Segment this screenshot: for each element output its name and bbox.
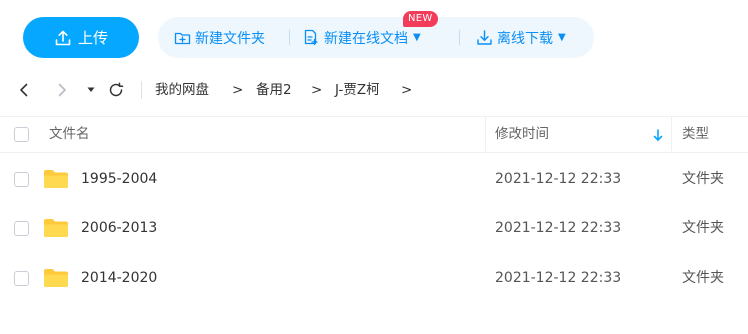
breadcrumb-item[interactable]: 备用2 (256, 81, 292, 99)
file-name[interactable]: 2014-2020 (81, 269, 157, 287)
file-name[interactable]: 1995-2004 (81, 170, 157, 188)
table-row[interactable]: 2006-2013 2021-12-12 22:33 文件夹 (0, 203, 748, 253)
new-badge: NEW (403, 11, 438, 27)
modified-time: 2021-12-12 22:33 (495, 270, 622, 286)
table-row[interactable]: 2014-2020 2021-12-12 22:33 文件夹 (0, 253, 748, 303)
column-divider (485, 117, 486, 151)
new-folder-label: 新建文件夹 (195, 30, 265, 47)
new-folder-icon (174, 30, 191, 46)
divider (459, 30, 460, 45)
new-doc-icon (303, 29, 320, 46)
caret-down-icon: ▼ (558, 32, 566, 43)
breadcrumb-separator: > (401, 82, 413, 98)
column-header-modified[interactable]: 修改时间 (495, 125, 549, 143)
table-header: 文件名 修改时间 类型 (0, 116, 748, 153)
folder-icon (43, 218, 69, 242)
upload-label: 上传 (77, 29, 108, 47)
caret-down-icon: ▼ (413, 32, 421, 43)
column-divider (671, 117, 672, 151)
new-online-doc-label: 新建在线文档 (324, 30, 408, 47)
action-group: 新建文件夹 新建在线文档 ▼ 离线下载 ▼ (158, 17, 594, 58)
upload-icon (54, 29, 72, 47)
file-type: 文件夹 (682, 171, 724, 187)
column-header-name[interactable]: 文件名 (49, 125, 90, 143)
offline-download-button[interactable]: 离线下载 ▼ (476, 17, 566, 58)
folder-icon (43, 169, 69, 193)
caret-down-icon[interactable] (86, 84, 96, 96)
new-folder-button[interactable]: 新建文件夹 (174, 17, 265, 58)
select-all-checkbox[interactable] (14, 127, 29, 142)
breadcrumb-item[interactable]: J-贾Z柯 (335, 81, 380, 99)
download-icon (476, 29, 493, 46)
chevron-right-icon[interactable] (55, 82, 69, 98)
upload-button[interactable]: 上传 (23, 17, 139, 58)
breadcrumb-separator: > (311, 82, 323, 98)
modified-time: 2021-12-12 22:33 (495, 171, 622, 187)
chevron-left-icon[interactable] (17, 82, 31, 98)
toolbar: 上传 新建文件夹 新建在线文档 ▼ 离线下载 ▼ NEW (0, 0, 748, 75)
breadcrumb-item[interactable]: 我的网盘 (155, 81, 209, 99)
divider (141, 81, 142, 99)
divider (289, 30, 290, 45)
breadcrumb-separator: > (232, 82, 244, 98)
file-type: 文件夹 (682, 270, 724, 286)
file-type: 文件夹 (682, 220, 724, 236)
file-name[interactable]: 2006-2013 (81, 219, 157, 237)
row-checkbox[interactable] (14, 172, 29, 187)
modified-time: 2021-12-12 22:33 (495, 220, 622, 236)
row-checkbox[interactable] (14, 221, 29, 236)
folder-icon (43, 268, 69, 292)
offline-download-label: 离线下载 (497, 30, 553, 47)
refresh-icon[interactable] (107, 81, 125, 99)
table-row[interactable]: 1995-2004 2021-12-12 22:33 文件夹 (0, 153, 748, 203)
column-header-type[interactable]: 类型 (682, 125, 709, 143)
row-checkbox[interactable] (14, 271, 29, 286)
sort-down-icon[interactable] (653, 127, 663, 146)
